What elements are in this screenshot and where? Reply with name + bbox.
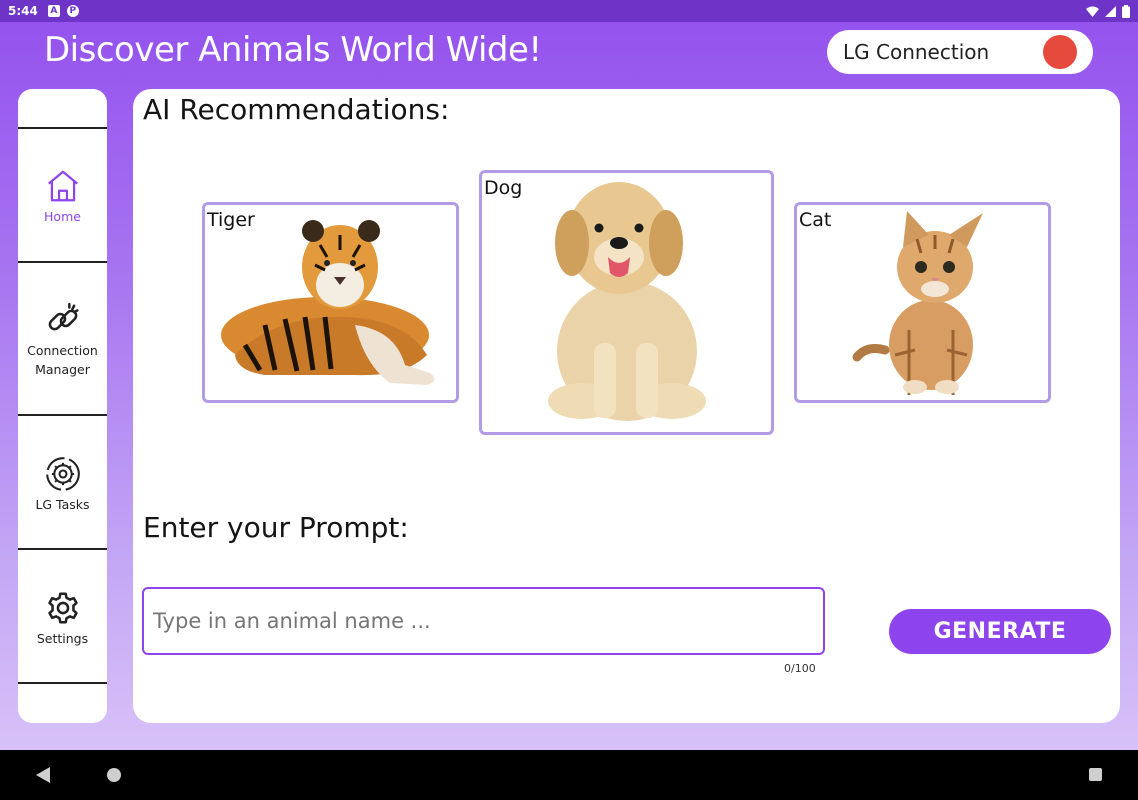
main-panel: AI Recommendations: Tiger Dog Cat Enter … [133,89,1120,723]
system-navigation-bar [0,750,1138,800]
sidebar-item-label: Home [44,209,81,224]
sidebar-item-lg-tasks[interactable]: LG Tasks [18,455,107,514]
home-icon [47,170,78,202]
app-screen: 5:44 A P Discover Animals World Wide! LG… [0,0,1138,750]
dog-image [548,182,706,421]
prompt-heading: Enter your Prompt: [143,511,409,544]
tasks-gear-icon [45,457,80,491]
a-icon: A [47,5,60,17]
generate-button[interactable]: GENERATE [889,609,1111,654]
card-label: Tiger [207,209,255,231]
wifi-icon [1086,6,1099,17]
animal-card-dog[interactable]: Dog [479,170,774,435]
sidebar-item-label: Settings [36,631,89,646]
recent-apps-icon[interactable] [1089,768,1102,781]
battery-icon [1122,4,1130,18]
sidebar-item-label: Connection [27,343,98,358]
back-icon[interactable] [36,767,50,783]
sidebar-divider [18,682,107,684]
card-label: Cat [799,209,832,231]
card-label: Dog [484,177,523,199]
recommendations-heading: AI Recommendations: [143,93,450,126]
sidebar-divider [18,127,107,129]
sidebar-item-label: Manager [35,362,90,377]
lg-connection-label: LG Connection [843,40,990,64]
tiger-image [221,220,435,385]
link-icon [48,302,79,331]
gear-icon [47,592,78,624]
sidebar: Home Connection Manager LG Tasks Setting… [18,89,107,723]
sidebar-divider [18,261,107,263]
sidebar-item-home[interactable]: Home [18,167,107,226]
sidebar-divider [18,548,107,550]
status-time: 5:44 [8,4,38,18]
cat-image [852,211,983,395]
lg-connection-indicator[interactable]: LG Connection [827,30,1093,74]
sidebar-divider [18,414,107,416]
status-bar: 5:44 A P [0,0,1138,22]
home-button-icon[interactable] [107,768,121,782]
sidebar-item-label: LG Tasks [35,497,90,512]
character-counter: 0/100 [784,662,816,675]
sidebar-item-settings[interactable]: Settings [18,589,107,648]
p-icon: P [66,5,79,17]
signal-icon [1105,5,1116,17]
animal-name-input[interactable] [142,587,825,655]
animal-card-tiger[interactable]: Tiger [202,202,459,403]
lg-status-dot [1043,35,1077,69]
sidebar-item-connection-manager[interactable]: Connection Manager [18,301,107,379]
animal-card-cat[interactable]: Cat [794,202,1051,403]
app-title: Discover Animals World Wide! [44,30,542,70]
